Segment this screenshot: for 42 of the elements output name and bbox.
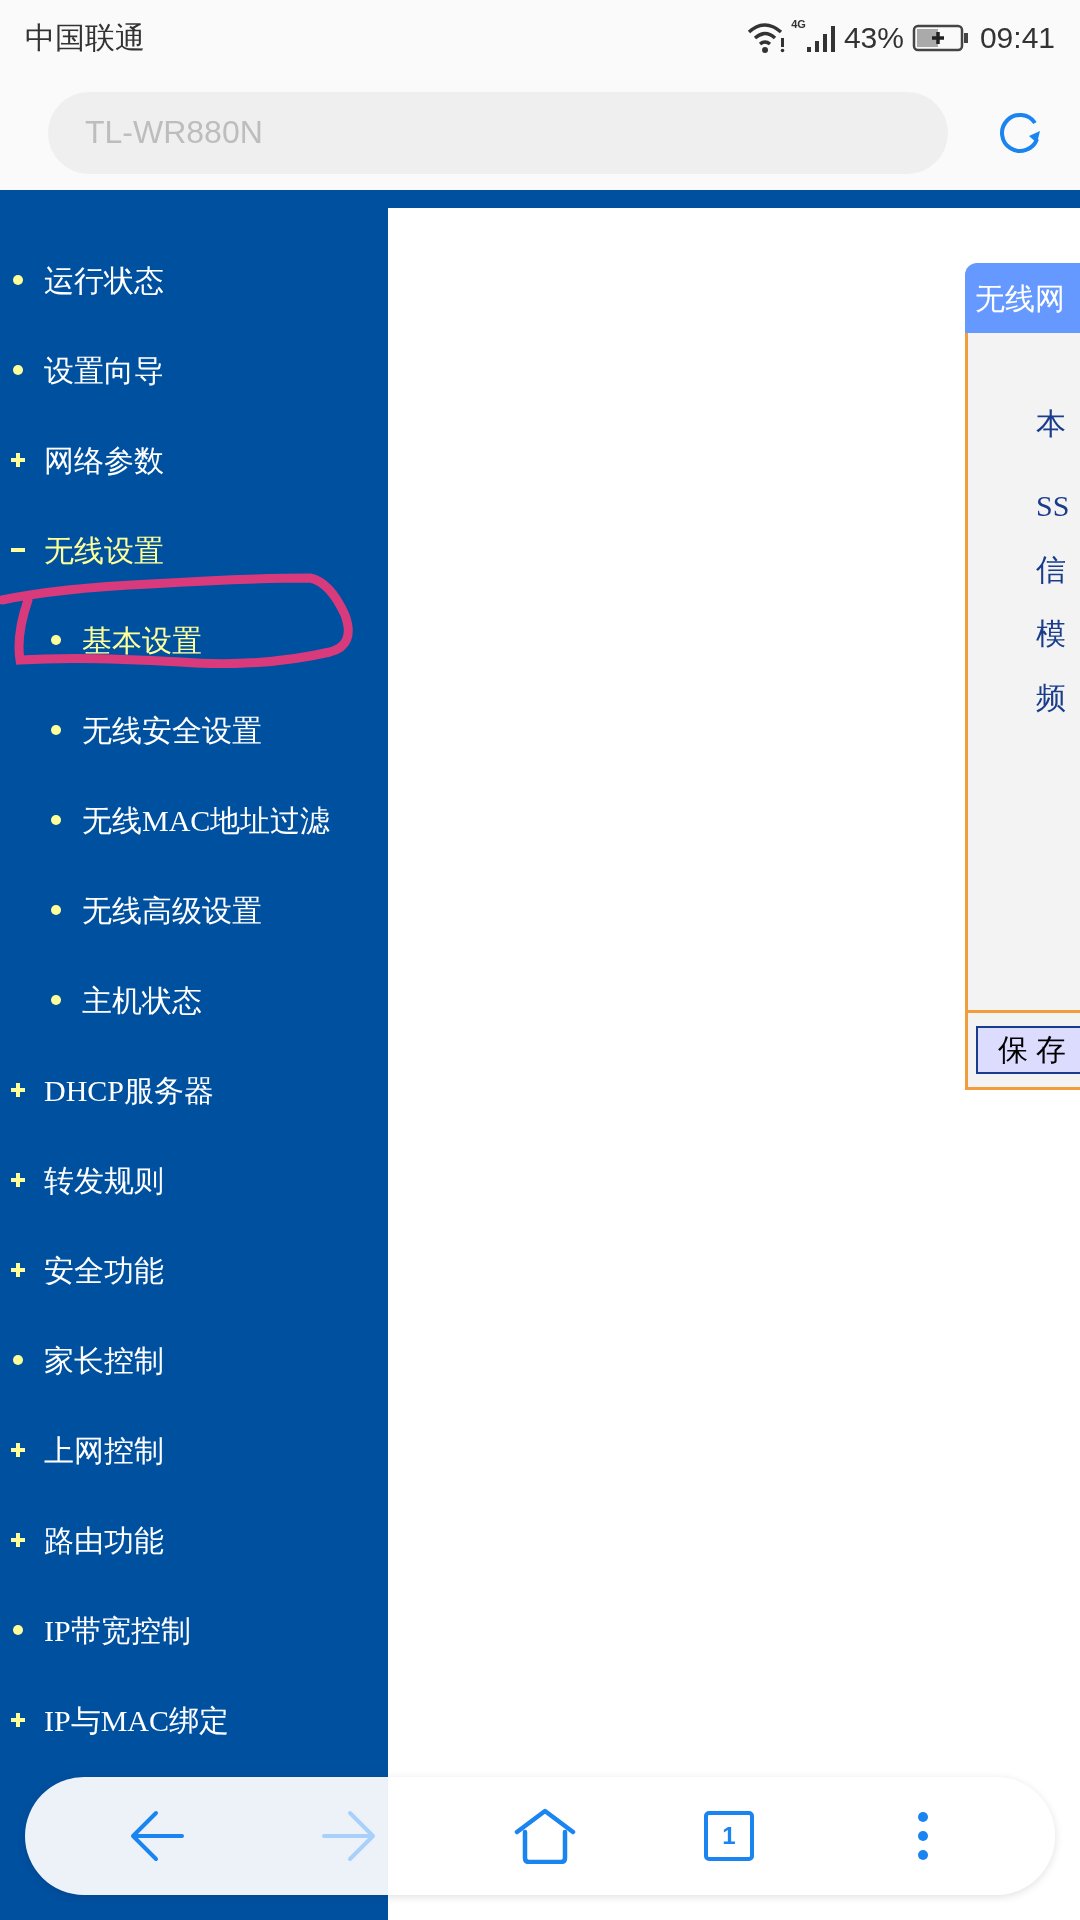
- back-arrow-icon[interactable]: [130, 1810, 184, 1862]
- field-label: SS: [1036, 487, 1070, 524]
- clock-time: 09:41: [979, 20, 1055, 56]
- menu-item[interactable]: 转发规则: [44, 1157, 164, 1203]
- menu-item[interactable]: IP带宽控制: [44, 1607, 191, 1653]
- menu-item[interactable]: 无线安全设置: [82, 707, 262, 753]
- field-label: 信: [1036, 551, 1066, 588]
- field-label: 频: [1036, 679, 1066, 716]
- bullet-icon: [10, 362, 26, 378]
- bullet-icon: [48, 902, 64, 918]
- field-label: 本: [1036, 405, 1066, 442]
- carrier-name: 中国联通: [25, 20, 145, 56]
- bullet-icon: [10, 1622, 26, 1638]
- menu-item[interactable]: 无线高级设置: [82, 887, 262, 933]
- home-icon[interactable]: [514, 1808, 576, 1864]
- menu-item[interactable]: 路由功能: [44, 1517, 164, 1563]
- menu-item[interactable]: DHCP服务器: [44, 1067, 215, 1113]
- panel-header: 无线网: [965, 263, 1080, 333]
- menu-item[interactable]: 基本设置: [82, 617, 202, 663]
- battery-charging-icon: [911, 23, 970, 52]
- bullet-icon: [48, 722, 64, 738]
- menu-item[interactable]: 上网控制: [44, 1427, 164, 1473]
- tab-count-button[interactable]: 1: [704, 1811, 754, 1861]
- menu-item[interactable]: 网络参数: [44, 437, 164, 483]
- bullet-icon: [10, 272, 26, 288]
- menu-item[interactable]: 无线MAC地址过滤: [82, 797, 331, 843]
- menu-item[interactable]: 无线设置: [44, 527, 164, 573]
- menu-item[interactable]: 主机状态: [82, 977, 202, 1023]
- bullet-icon: [48, 992, 64, 1008]
- bullet-icon: [10, 1352, 26, 1368]
- field-label: 模: [1036, 615, 1066, 652]
- bullet-icon: [48, 632, 64, 648]
- bullet-icon: [48, 812, 64, 828]
- save-button[interactable]: 保 存: [976, 1026, 1080, 1074]
- more-menu-icon[interactable]: [916, 1811, 930, 1861]
- battery-percent: 43%: [843, 20, 904, 56]
- menu-item[interactable]: 设置向导: [44, 347, 164, 393]
- menu-item[interactable]: 运行状态: [44, 257, 164, 303]
- network-type: 4G: [791, 17, 806, 32]
- menu-item[interactable]: 家长控制: [44, 1337, 164, 1383]
- menu-item[interactable]: 安全功能: [44, 1247, 164, 1293]
- menu-item[interactable]: IP与MAC绑定: [44, 1697, 230, 1743]
